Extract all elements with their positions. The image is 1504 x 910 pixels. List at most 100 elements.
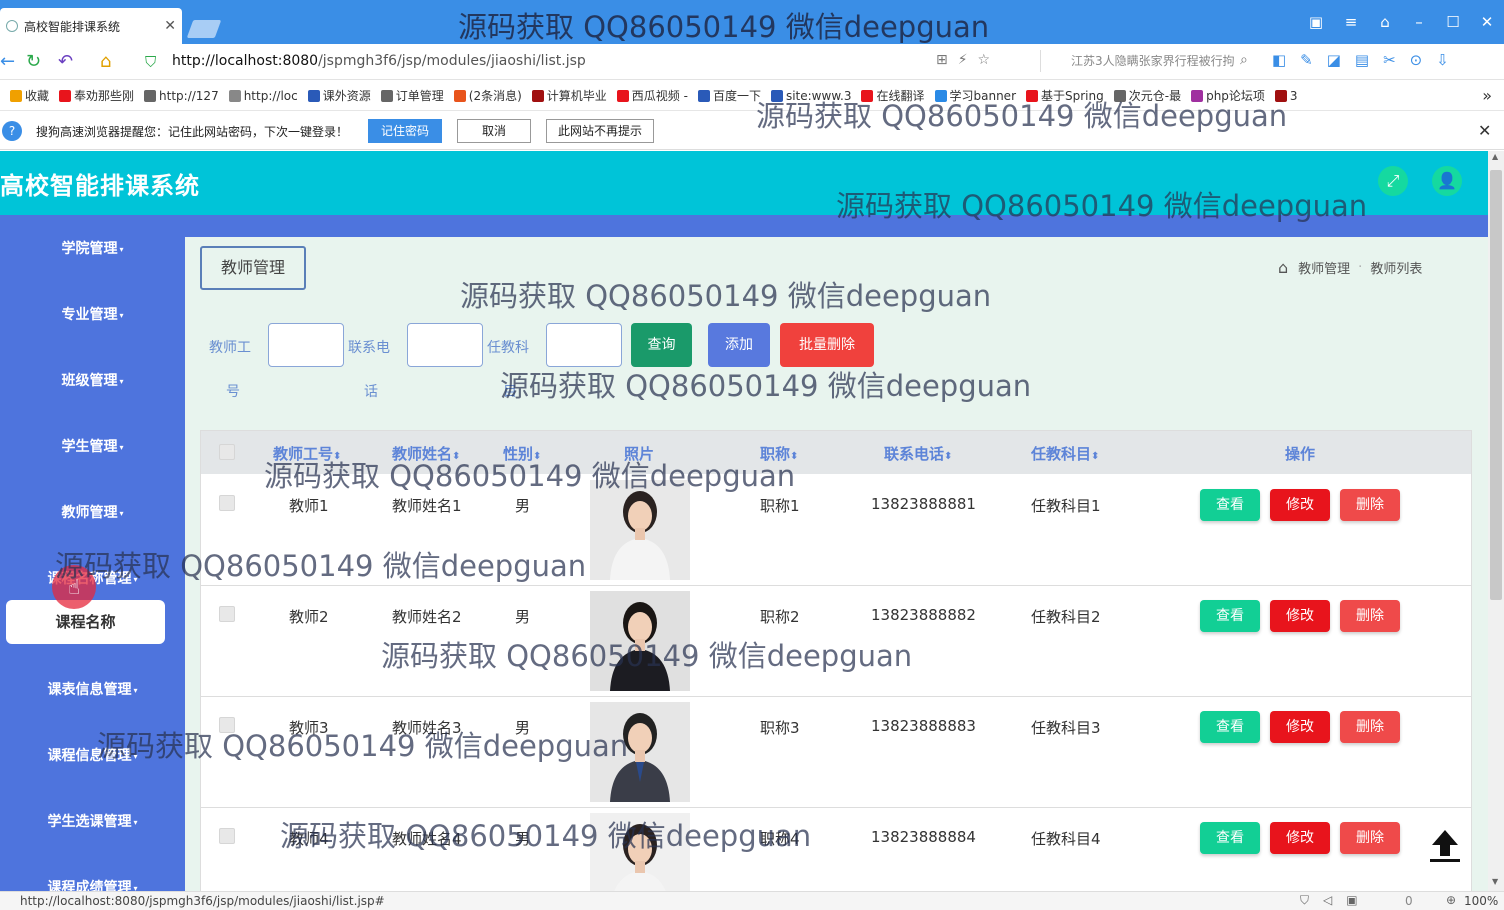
view-button[interactable]: 查看 (1200, 711, 1260, 743)
cell-no: 教师2 (289, 608, 329, 626)
maximize-icon[interactable]: ☐ (1442, 12, 1464, 32)
delete-button[interactable]: 删除 (1340, 822, 1400, 854)
url-path: /jspmgh3f6/jsp/modules/jiaoshi/list.jsp (318, 53, 586, 69)
teacher-no-input[interactable] (268, 323, 344, 367)
bookmarks-more-icon[interactable]: » (1482, 86, 1492, 105)
zoom-level[interactable]: 100% (1464, 894, 1498, 908)
cell-name: 教师姓名3 (392, 719, 462, 737)
sidebar-item-label: 学生管理 (61, 439, 118, 455)
phone-input[interactable] (407, 323, 483, 367)
sidebar-item[interactable]: 学院管理 ▾ (0, 238, 185, 258)
bookmark-item[interactable]: 基于Spring (1026, 87, 1104, 104)
scroll-down-icon[interactable]: ▼ (1492, 877, 1498, 886)
edit-button[interactable]: 修改 (1270, 711, 1330, 743)
bookmark-label: 基于Spring (1041, 89, 1104, 103)
sidebar-item[interactable]: 教师管理 ▾ (0, 502, 185, 522)
breadcrumb-item[interactable]: 教师管理 (1298, 258, 1350, 277)
delete-button[interactable]: 删除 (1340, 489, 1400, 521)
bookmark-item[interactable]: http://127 (144, 89, 219, 103)
sidebar-item[interactable]: 课表信息管理 ▾ (0, 679, 185, 699)
never-prompt-button[interactable]: 此网站不再提示 (546, 119, 654, 143)
sidebar-item[interactable]: 学生选课管理 ▾ (0, 811, 185, 831)
header-subject[interactable]: 任教科目⬍ (1031, 443, 1099, 464)
add-button[interactable]: 添加 (708, 323, 770, 367)
bookmark-item[interactable]: 在线翻译 (861, 87, 925, 104)
user-icon[interactable]: 👤 (1432, 166, 1462, 196)
header-teacher-no[interactable]: 教师工号⬍ (273, 443, 341, 464)
status-icons[interactable]: ⛉◁▣ (1300, 893, 1372, 908)
header-title[interactable]: 职称⬍ (760, 443, 798, 464)
menu-icon[interactable]: ≡ (1340, 12, 1362, 32)
bookmark-item[interactable]: php论坛项 (1191, 87, 1265, 104)
scroll-up-icon[interactable]: ▲ (1492, 152, 1498, 161)
search-icon[interactable]: ⌕ (1240, 52, 1248, 68)
bookmark-item[interactable]: 学习banner (934, 87, 1016, 104)
back-icon[interactable]: ← (0, 52, 15, 72)
bookmark-label: 西瓜视频 - (631, 89, 688, 103)
close-prompt-icon[interactable]: ✕ (1478, 121, 1491, 140)
zoom-icon[interactable]: ⊕ (1446, 893, 1456, 907)
edit-button[interactable]: 修改 (1270, 600, 1330, 632)
header-gender[interactable]: 性别⬍ (503, 443, 541, 464)
browser-tab[interactable]: 高校智能排课系统 ✕ (0, 8, 182, 44)
delete-button[interactable]: 删除 (1340, 600, 1400, 632)
bookmark-icon (1274, 89, 1287, 102)
sidebar-item[interactable]: 课程成绩管理 ▾ (0, 877, 185, 892)
bookmark-item[interactable]: 西瓜视频 - (616, 87, 688, 104)
remember-password-button[interactable]: 记住密码 (368, 119, 442, 143)
row-checkbox[interactable] (219, 828, 235, 844)
refresh-icon[interactable]: ↻ (26, 52, 41, 72)
row-checkbox[interactable] (219, 495, 235, 511)
sidebar-subitem-course-name[interactable]: 课程名称 (6, 600, 165, 644)
edit-button[interactable]: 修改 (1270, 822, 1330, 854)
sidebar-item[interactable]: 班级管理 ▾ (0, 370, 185, 390)
address-actions-icon[interactable]: ⊞⚡☆ (936, 52, 1000, 68)
minimize-icon[interactable]: – (1408, 12, 1430, 32)
view-button[interactable]: 查看 (1200, 822, 1260, 854)
bookmark-item[interactable]: 次元仓-最 (1113, 87, 1181, 104)
skin-icon[interactable]: ⌂ (1374, 12, 1396, 32)
row-checkbox[interactable] (219, 606, 235, 622)
header-teacher-name[interactable]: 教师姓名⬍ (392, 443, 460, 464)
bookmark-item[interactable]: 奉劝那些刚 (59, 87, 134, 104)
breadcrumb-home-icon[interactable]: ⌂ (1278, 258, 1288, 277)
bookmark-item[interactable]: site:www.3 (770, 89, 851, 103)
back-to-top-icon[interactable] (1426, 826, 1464, 864)
sidebar-item[interactable]: 课程信息管理 ▾ (0, 745, 185, 765)
toolbar-extensions-icon[interactable]: ◧✎◪▤✂⊙⇩ (1272, 51, 1463, 69)
fullscreen-icon[interactable]: ⤢ (1378, 166, 1408, 196)
view-button[interactable]: 查看 (1200, 600, 1260, 632)
batch-delete-button[interactable]: 批量删除 (780, 323, 874, 367)
bookmark-item[interactable]: (2条消息) (453, 87, 522, 104)
scrollbar-thumb[interactable] (1490, 170, 1502, 600)
breadcrumb-item: 教师列表 (1370, 262, 1423, 277)
bookmark-item[interactable]: 3 (1274, 89, 1298, 103)
sidebar-item[interactable]: 学生管理 ▾ (0, 436, 185, 456)
header-phone[interactable]: 联系电话⬍ (884, 443, 952, 464)
cell-name: 教师姓名2 (392, 608, 462, 626)
bookmark-item[interactable]: 百度一下 (697, 87, 761, 104)
close-tab-icon[interactable]: ✕ (164, 18, 176, 34)
bookmark-item[interactable]: http://loc (228, 89, 298, 103)
view-button[interactable]: 查看 (1200, 489, 1260, 521)
home-icon[interactable]: ⌂ (100, 52, 111, 72)
select-all-checkbox[interactable] (219, 444, 235, 460)
edit-button[interactable]: 修改 (1270, 489, 1330, 521)
cell-no: 教师1 (289, 497, 329, 515)
search-input[interactable]: 江苏3人隐瞒张家界行程被行拘 (1040, 50, 1258, 72)
bookmark-item[interactable]: 计算机毕业 (531, 87, 607, 104)
undo-icon[interactable]: ↶ (58, 52, 73, 72)
cancel-prompt-button[interactable]: 取消 (457, 119, 531, 143)
sidebar-item[interactable]: 专业管理 ▾ (0, 304, 185, 324)
subject-input[interactable] (546, 323, 622, 367)
bookmark-item[interactable]: 订单管理 (380, 87, 444, 104)
delete-button[interactable]: 删除 (1340, 711, 1400, 743)
sidebar-toggle-icon[interactable]: ▣ (1305, 12, 1327, 32)
bookmark-item[interactable]: 收藏 (10, 87, 49, 104)
close-window-icon[interactable]: ✕ (1476, 12, 1498, 32)
sidebar-item-label: 课程信息管理 (47, 748, 132, 764)
url-field[interactable]: http://localhost:8080/jspmgh3f6/jsp/modu… (172, 53, 586, 69)
bookmark-item[interactable]: 课外资源 (307, 87, 371, 104)
row-checkbox[interactable] (219, 717, 235, 733)
query-button[interactable]: 查询 (631, 323, 692, 367)
